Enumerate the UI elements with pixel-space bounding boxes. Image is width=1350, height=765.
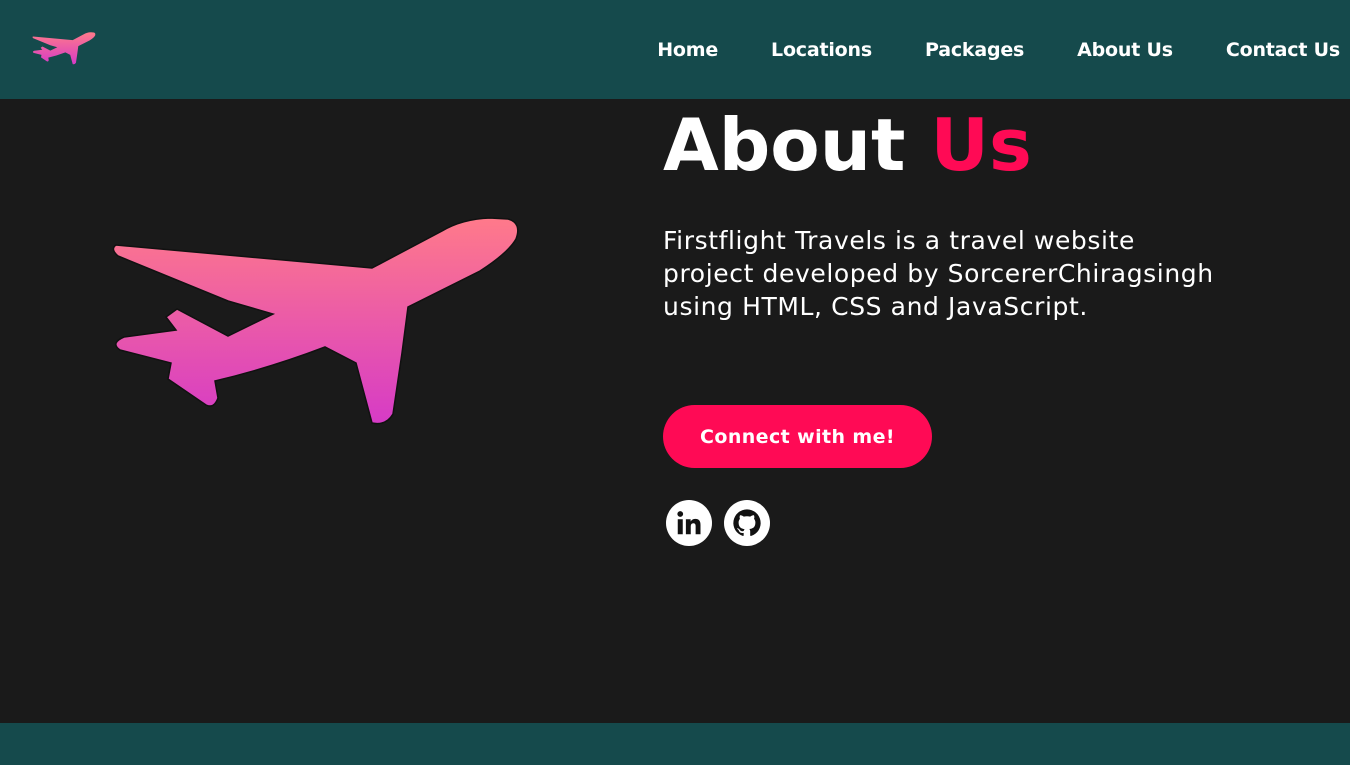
nav-link-locations[interactable]: Locations <box>771 39 872 61</box>
nav-link-packages[interactable]: Packages <box>925 39 1024 61</box>
about-description: Firstflight Travels is a travel website … <box>663 226 1214 321</box>
linkedin-icon[interactable] <box>666 500 712 546</box>
title-main: About <box>663 103 906 187</box>
nav-links: Home Locations Packages About Us Contact… <box>604 0 1340 99</box>
connect-button[interactable]: Connect with me! <box>663 405 932 468</box>
airplane-illustration-icon <box>112 217 519 425</box>
footer <box>0 723 1350 765</box>
navbar: Home Locations Packages About Us Contact… <box>0 0 1350 99</box>
title-accent: Us <box>930 103 1032 187</box>
nav-link-contact-us[interactable]: Contact Us <box>1226 39 1340 61</box>
nav-link-about-us[interactable]: About Us <box>1077 39 1173 61</box>
airplane-logo-icon[interactable] <box>32 31 96 65</box>
github-icon[interactable] <box>724 500 770 546</box>
nav-link-home[interactable]: Home <box>657 39 718 61</box>
page-title: About Us <box>663 100 1032 190</box>
